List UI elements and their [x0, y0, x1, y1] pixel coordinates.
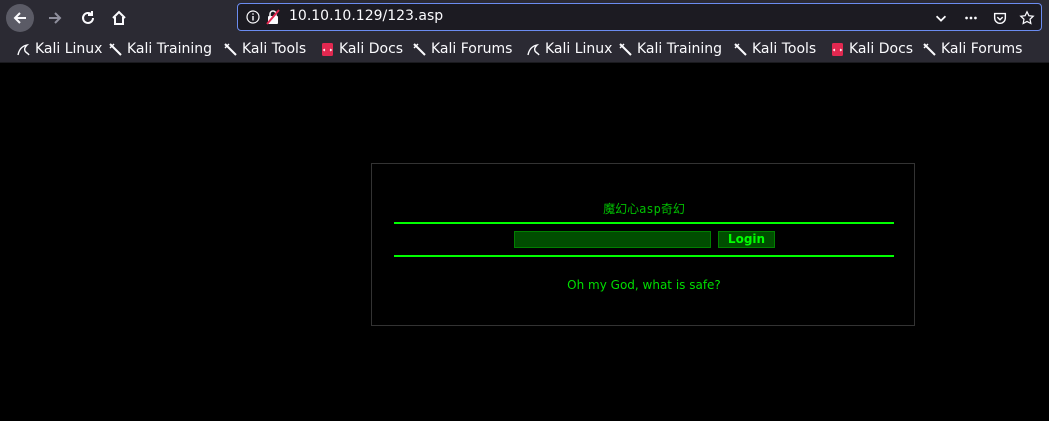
insecure-lock-icon[interactable]	[265, 9, 281, 25]
bookmark-item[interactable]: Kali Forums	[922, 40, 1022, 58]
bookmark-item[interactable]: Kali Tools	[223, 40, 306, 58]
kali-dragon-icon	[17, 43, 30, 55]
safe-message: Oh my God, what is safe?	[567, 278, 721, 292]
kali-sword-icon	[734, 42, 747, 56]
reload-icon	[82, 11, 94, 24]
bookmark-item[interactable]: Kali Tools	[733, 40, 816, 58]
star-icon[interactable]	[1018, 9, 1036, 27]
bookmark-label: Kali Forums	[941, 41, 1023, 57]
bookmark-label: Kali Docs	[849, 41, 914, 57]
divider-bottom	[394, 255, 894, 257]
bookmark-label: Kali Forums	[431, 41, 513, 57]
more-options-icon[interactable]	[962, 9, 980, 27]
kali-docs-icon	[322, 42, 333, 56]
back-button[interactable]	[6, 4, 34, 32]
bookmark-label: Kali Linux	[545, 41, 613, 57]
browser-toolbar: 10.10.10.129/123.asp	[0, 0, 1049, 35]
kali-sword-icon	[224, 42, 237, 56]
info-icon[interactable]	[246, 10, 260, 24]
bookmark-item[interactable]: Kali Docs	[830, 40, 913, 58]
bookmark-item[interactable]: Kali Linux	[16, 40, 102, 58]
home-button[interactable]	[105, 4, 133, 32]
bookmark-item[interactable]: Kali Forums	[412, 40, 512, 58]
page-content: 魔幻心asp奇幻 Login Oh my God, what is safe?	[0, 63, 1049, 421]
divider-top	[394, 222, 894, 224]
kali-sword-icon	[923, 42, 936, 56]
login-panel: 魔幻心asp奇幻 Login Oh my God, what is safe?	[371, 163, 915, 326]
bookmark-item[interactable]: Kali Docs	[320, 40, 403, 58]
arrow-right-icon	[49, 12, 62, 24]
bookmark-item[interactable]: Kali Training	[108, 40, 212, 58]
chevron-down-icon[interactable]	[932, 9, 950, 27]
kali-sword-icon	[619, 42, 632, 56]
home-icon	[112, 10, 126, 25]
url-text[interactable]: 10.10.10.129/123.asp	[289, 8, 443, 24]
login-button[interactable]: Login	[718, 231, 775, 248]
bookmark-item[interactable]: Kali Training	[618, 40, 722, 58]
arrow-left-icon	[13, 12, 26, 24]
bookmark-label: Kali Tools	[752, 41, 817, 57]
bookmark-label: Kali Training	[637, 41, 722, 57]
kali-docs-icon	[832, 42, 843, 56]
bookmark-label: Kali Training	[127, 41, 212, 57]
forward-button[interactable]	[41, 4, 69, 32]
bookmark-label: Kali Tools	[242, 41, 307, 57]
password-input[interactable]	[514, 231, 711, 248]
reload-button[interactable]	[74, 4, 102, 32]
kali-dragon-icon	[527, 43, 540, 55]
pocket-icon[interactable]	[991, 9, 1009, 27]
url-bar[interactable]: 10.10.10.129/123.asp	[237, 3, 1042, 31]
page-title: 魔幻心asp奇幻	[603, 202, 685, 216]
kali-sword-icon	[109, 42, 122, 56]
kali-sword-icon	[413, 42, 426, 56]
bookmarks-toolbar: Kali Linux Kali Training Kali Tools Kali…	[0, 35, 1049, 63]
bookmark-label: Kali Linux	[35, 41, 103, 57]
bookmark-label: Kali Docs	[339, 41, 404, 57]
bookmark-item[interactable]: Kali Linux	[526, 40, 612, 58]
